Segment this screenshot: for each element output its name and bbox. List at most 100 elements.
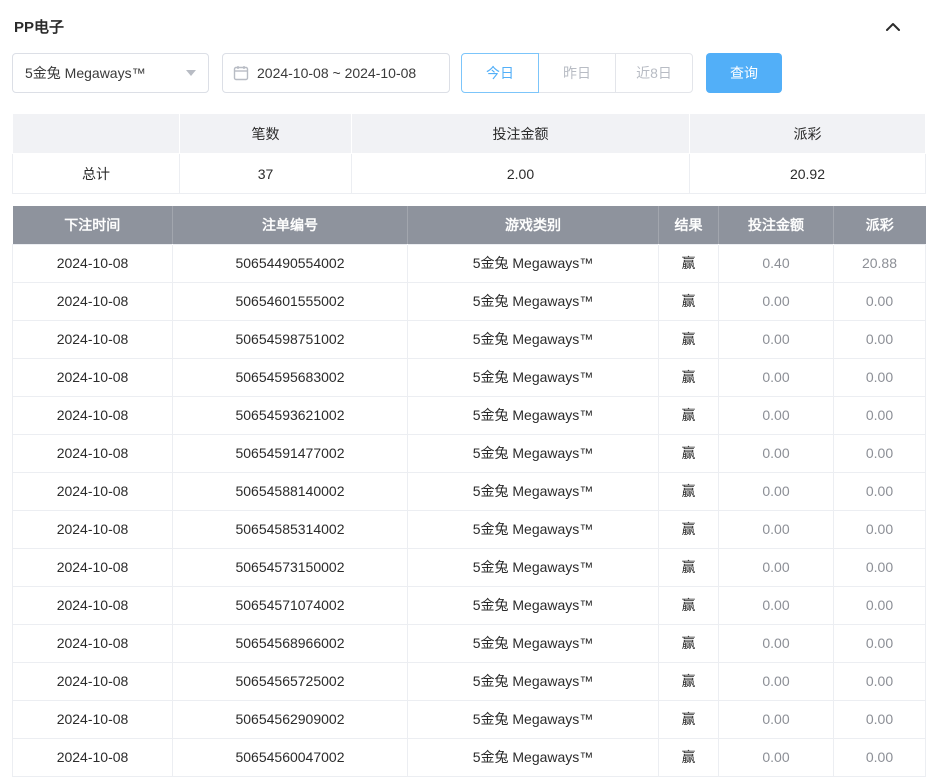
summary-bet-amount-value: 2.00 xyxy=(352,154,690,194)
bet-table: 下注时间注单编号游戏类别结果投注金额派彩 2024-10-08506544905… xyxy=(12,206,926,777)
cell: 2024-10-08 xyxy=(13,662,173,700)
cell: 赢 xyxy=(659,510,719,548)
table-row: 2024-10-08506545987510025金兔 Megaways™赢 0.… xyxy=(13,320,926,358)
cell: 5金兔 Megaways™ xyxy=(408,358,659,396)
cell: 2024-10-08 xyxy=(13,700,173,738)
bet-table-head-row: 下注时间注单编号游戏类别结果投注金额派彩 xyxy=(13,206,926,244)
cell: 50654598751002 xyxy=(173,320,408,358)
cell: 0.00 xyxy=(719,510,834,548)
cell: 赢 xyxy=(659,662,719,700)
cell: 20.88 xyxy=(834,244,926,282)
date-range-picker[interactable]: 2024-10-08 ~ 2024-10-08 xyxy=(222,53,450,93)
column-header: 派彩 xyxy=(834,206,926,244)
cell: 2024-10-08 xyxy=(13,510,173,548)
table-row: 2024-10-08506545731500025金兔 Megaways™赢0.… xyxy=(13,548,926,586)
cell: 5金兔 Megaways™ xyxy=(408,548,659,586)
cell: 0.00 xyxy=(834,396,926,434)
cell: 0.00 xyxy=(719,472,834,510)
table-row: 2024-10-08506544905540025金兔 Megaways™赢0.… xyxy=(13,244,926,282)
cell: 赢 xyxy=(659,738,719,776)
column-header: 投注金额 xyxy=(719,206,834,244)
game-select[interactable]: 5金兔 Megaways™ xyxy=(12,53,209,93)
cell: 5金兔 Megaways™ xyxy=(408,510,659,548)
cell: 0.00 xyxy=(719,396,834,434)
summary-header-bet-amount: 投注金额 xyxy=(352,114,690,154)
calendar-icon xyxy=(233,65,249,81)
table-row: 2024-10-08506545689660025金兔 Megaways™赢0.… xyxy=(13,624,926,662)
cell: 2024-10-08 xyxy=(13,320,173,358)
cell: 赢 xyxy=(659,244,719,282)
cell: 赢 xyxy=(659,320,719,358)
cell: 5金兔 Megaways™ xyxy=(408,624,659,662)
cell: 0.00 xyxy=(834,320,926,358)
cell: 0.00 xyxy=(719,434,834,472)
column-header: 游戏类别 xyxy=(408,206,659,244)
cell: 赢 xyxy=(659,396,719,434)
last-8-days-button[interactable]: 近8日 xyxy=(615,53,693,93)
summary-table: 笔数 投注金额 派彩 总计 37 2.00 20.92 xyxy=(12,113,926,194)
cell: 赢 xyxy=(659,358,719,396)
cell: 0.00 xyxy=(719,358,834,396)
cell: 50654588140002 xyxy=(173,472,408,510)
cell: 赢 xyxy=(659,472,719,510)
cell: 50654593621002 xyxy=(173,396,408,434)
search-button[interactable]: 查询 xyxy=(706,53,782,93)
cell: 2024-10-08 xyxy=(13,586,173,624)
summary-header-row: 笔数 投注金额 派彩 xyxy=(13,114,926,154)
cell: 0.00 xyxy=(834,282,926,320)
cell: 赢 xyxy=(659,282,719,320)
table-row: 2024-10-08506545853140025金兔 Megaways™赢0.… xyxy=(13,510,926,548)
table-row: 2024-10-08506545600470025金兔 Megaways™赢0.… xyxy=(13,738,926,776)
summary-header-count: 笔数 xyxy=(180,114,352,154)
collapse-icon[interactable] xyxy=(884,18,924,36)
cell: 50654568966002 xyxy=(173,624,408,662)
panel-header: PP电子 xyxy=(12,12,926,37)
cell: 50654573150002 xyxy=(173,548,408,586)
cell: 50654591477002 xyxy=(173,434,408,472)
cell: 5金兔 Megaways™ xyxy=(408,700,659,738)
cell: 0.00 xyxy=(719,586,834,624)
quick-range-group: 今日 昨日 近8日 xyxy=(461,53,693,93)
table-row: 2024-10-08506545914770025金兔 Megaways™赢0.… xyxy=(13,434,926,472)
cell: 50654565725002 xyxy=(173,662,408,700)
cell: 2024-10-08 xyxy=(13,624,173,662)
bet-table-body: 2024-10-08506544905540025金兔 Megaways™赢0.… xyxy=(13,244,926,776)
summary-payout-value: 20.92 xyxy=(690,154,926,194)
cell: 5金兔 Megaways™ xyxy=(408,320,659,358)
cell: 2024-10-08 xyxy=(13,434,173,472)
yesterday-button[interactable]: 昨日 xyxy=(538,53,616,93)
summary-count-value: 37 xyxy=(180,154,352,194)
today-button[interactable]: 今日 xyxy=(461,53,539,93)
table-row: 2024-10-08506545710740025金兔 Megaways™赢0.… xyxy=(13,586,926,624)
cell: 0.00 xyxy=(834,624,926,662)
summary-total-row: 总计 37 2.00 20.92 xyxy=(13,154,926,194)
chevron-down-icon xyxy=(186,70,196,76)
cell: 5金兔 Megaways™ xyxy=(408,282,659,320)
cell: 赢 xyxy=(659,548,719,586)
cell: 50654562909002 xyxy=(173,700,408,738)
cell: 2024-10-08 xyxy=(13,244,173,282)
cell: 0.00 xyxy=(834,510,926,548)
cell: 50654585314002 xyxy=(173,510,408,548)
cell: 赢 xyxy=(659,700,719,738)
cell: 0.00 xyxy=(719,624,834,662)
cell: 2024-10-08 xyxy=(13,472,173,510)
cell: 赢 xyxy=(659,624,719,662)
cell: 50654595683002 xyxy=(173,358,408,396)
cell: 赢 xyxy=(659,434,719,472)
summary-header-empty xyxy=(13,114,180,154)
date-range-value: 2024-10-08 ~ 2024-10-08 xyxy=(257,65,416,81)
cell: 50654601555002 xyxy=(173,282,408,320)
cell: 5金兔 Megaways™ xyxy=(408,586,659,624)
cell: 0.00 xyxy=(719,700,834,738)
cell: 2024-10-08 xyxy=(13,738,173,776)
table-row: 2024-10-08506545956830025金兔 Megaways™赢0.… xyxy=(13,358,926,396)
cell: 0.00 xyxy=(719,282,834,320)
cell: 5金兔 Megaways™ xyxy=(408,472,659,510)
cell: 0.00 xyxy=(719,662,834,700)
column-header: 注单编号 xyxy=(173,206,408,244)
page-title: PP电子 xyxy=(14,16,64,37)
cell: 0.00 xyxy=(834,738,926,776)
cell: 5金兔 Megaways™ xyxy=(408,396,659,434)
table-row: 2024-10-08506545936210025金兔 Megaways™赢0.… xyxy=(13,396,926,434)
